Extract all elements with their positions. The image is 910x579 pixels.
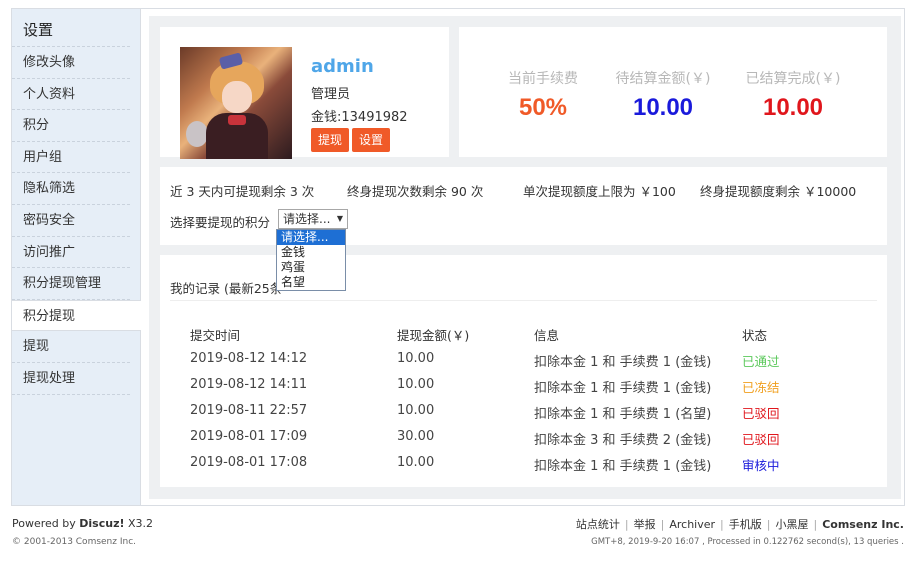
option-prestige[interactable]: 名望 — [277, 275, 345, 290]
footer-links: 站点统计 | 举报 | Archiver | 手机版 | 小黑屋 | Comsenz Inc. — [575, 518, 904, 531]
footer-link-blacklist[interactable]: 小黑屋 — [775, 518, 808, 531]
brand-link[interactable]: Discuz! — [79, 517, 124, 530]
footer-link-mobile[interactable]: 手机版 — [729, 518, 762, 531]
cell-amount: 30.00 — [397, 429, 435, 444]
sidebar-item-password[interactable]: 密码安全 — [12, 205, 130, 237]
records-title: 我的记录 (最新25条 — [170, 281, 283, 296]
cell-amount: 10.00 — [397, 351, 435, 366]
limit-single-amount: 单次提现额度上限为 ￥100 — [523, 184, 676, 199]
sidebar-item-promotion[interactable]: 访问推广 — [12, 237, 130, 269]
cell-status: 已驳回 — [742, 432, 780, 447]
col-header-status: 状态 — [742, 328, 768, 343]
footer-company[interactable]: Comsenz Inc. — [822, 518, 904, 531]
stat-settled: 已结算完成(￥) 10.00 — [729, 68, 857, 122]
footer-link-stats[interactable]: 站点统计 — [576, 518, 620, 531]
cell-status: 审核中 — [742, 458, 780, 473]
chevron-down-icon: ▼ — [336, 214, 343, 223]
sidebar-item-withdraw-manage[interactable]: 积分提现管理 — [12, 268, 130, 300]
sidebar-item-usergroup[interactable]: 用户组 — [12, 142, 130, 174]
credit-select-dropdown: 请选择... 金钱 鸡蛋 名望 — [276, 229, 346, 291]
sidebar-item-withdraw-process[interactable]: 提现处理 — [12, 363, 130, 395]
cell-status: 已冻结 — [742, 380, 780, 395]
cell-amount: 10.00 — [397, 403, 435, 418]
col-header-time: 提交时间 — [190, 328, 241, 343]
user-money: 金钱:13491982 — [311, 110, 408, 125]
sidebar-title: 设置 — [12, 9, 130, 47]
cell-amount: 10.00 — [397, 377, 435, 392]
stat-settled-value: 10.00 — [762, 94, 824, 121]
credit-select-label: 选择要提现的积分 — [170, 215, 271, 230]
stats-card: 当前手续费 50% 待结算金额(￥) 10.00 已结算完成(￥) 10.00 — [459, 27, 887, 157]
cell-time: 2019-08-01 17:09 — [190, 429, 308, 444]
sidebar-item-privacy[interactable]: 隐私筛选 — [12, 173, 130, 205]
sidebar-item-withdraw[interactable]: 提现 — [12, 331, 130, 363]
limit-3day: 近 3 天内可提现剩余 3 次 — [170, 184, 315, 199]
option-money[interactable]: 金钱 — [277, 245, 345, 260]
cell-info: 扣除本金 1 和 手续费 1 (金钱) — [534, 459, 712, 474]
cell-status: 已驳回 — [742, 406, 780, 421]
stat-settled-label: 已结算完成(￥) — [745, 71, 841, 87]
cell-info: 扣除本金 1 和 手续费 1 (金钱) — [534, 381, 712, 396]
copyright: © 2001-2013 Comsenz Inc. — [12, 537, 137, 547]
footer-link-report[interactable]: 举报 — [634, 518, 656, 531]
cell-time: 2019-08-12 14:11 — [190, 377, 308, 392]
stat-pending-value: 10.00 — [632, 94, 694, 121]
divider — [170, 300, 877, 301]
stat-pending-label: 待结算金额(￥) — [615, 71, 711, 87]
limit-lifetime-amount: 终身提现额度剩余 ￥10000 — [700, 184, 857, 199]
main-panel: admin 管理员 金钱:13491982 提现 设置 当前手续费 50% 待结… — [149, 16, 901, 499]
cell-time: 2019-08-01 17:08 — [190, 455, 308, 470]
withdraw-info-card: 近 3 天内可提现剩余 3 次 终身提现次数剩余 90 次 单次提现额度上限为 … — [160, 167, 887, 245]
cell-info: 扣除本金 3 和 手续费 2 (金钱) — [534, 433, 712, 448]
footer-stats: GMT+8, 2019-9-20 16:07 , Processed in 0.… — [591, 537, 904, 547]
withdraw-button[interactable]: 提现 — [311, 128, 350, 152]
sidebar-item-profile[interactable]: 个人资料 — [12, 79, 130, 111]
sidebar-item-withdraw-credits[interactable]: 积分提现 — [12, 299, 141, 332]
cell-info: 扣除本金 1 和 手续费 1 (名望) — [534, 407, 712, 422]
option-egg[interactable]: 鸡蛋 — [277, 260, 345, 275]
limit-lifetime-count: 终身提现次数剩余 90 次 — [347, 184, 484, 199]
col-header-info: 信息 — [534, 328, 560, 343]
content-frame: 设置 修改头像 个人资料 积分 用户组 隐私筛选 密码安全 访问推广 积分提现管… — [11, 8, 905, 506]
avatar — [180, 47, 292, 159]
credit-select[interactable]: 请选择... ▼ — [278, 209, 348, 229]
user-role: 管理员 — [311, 87, 351, 102]
settings-button[interactable]: 设置 — [352, 128, 391, 152]
credit-select-value: 请选择... — [283, 212, 331, 226]
stat-fee-label: 当前手续费 — [508, 71, 578, 87]
cell-amount: 10.00 — [397, 455, 435, 470]
cell-time: 2019-08-11 22:57 — [190, 403, 308, 418]
stat-fee: 当前手续费 50% — [479, 68, 607, 122]
col-header-amount: 提现金额(￥) — [397, 328, 470, 343]
cell-info: 扣除本金 1 和 手续费 1 (金钱) — [534, 355, 712, 370]
username[interactable]: admin — [311, 56, 374, 77]
sidebar-item-avatar[interactable]: 修改头像 — [12, 47, 130, 79]
cell-status: 已通过 — [742, 354, 780, 369]
profile-card: admin 管理员 金钱:13491982 提现 设置 — [160, 27, 449, 159]
sidebar-item-credits[interactable]: 积分 — [12, 110, 130, 142]
cell-time: 2019-08-12 14:12 — [190, 351, 308, 366]
stat-fee-value: 50% — [518, 94, 568, 121]
stat-pending: 待结算金额(￥) 10.00 — [599, 68, 727, 122]
powered-by: Powered by Discuz! X3.2 — [12, 517, 154, 530]
option-placeholder[interactable]: 请选择... — [277, 230, 345, 245]
sidebar: 设置 修改头像 个人资料 积分 用户组 隐私筛选 密码安全 访问推广 积分提现管… — [12, 9, 141, 505]
records-card: 我的记录 (最新25条 提交时间 提现金额(￥) 信息 状态 2019-08-1… — [160, 255, 887, 487]
footer-link-archiver[interactable]: Archiver — [669, 518, 715, 531]
